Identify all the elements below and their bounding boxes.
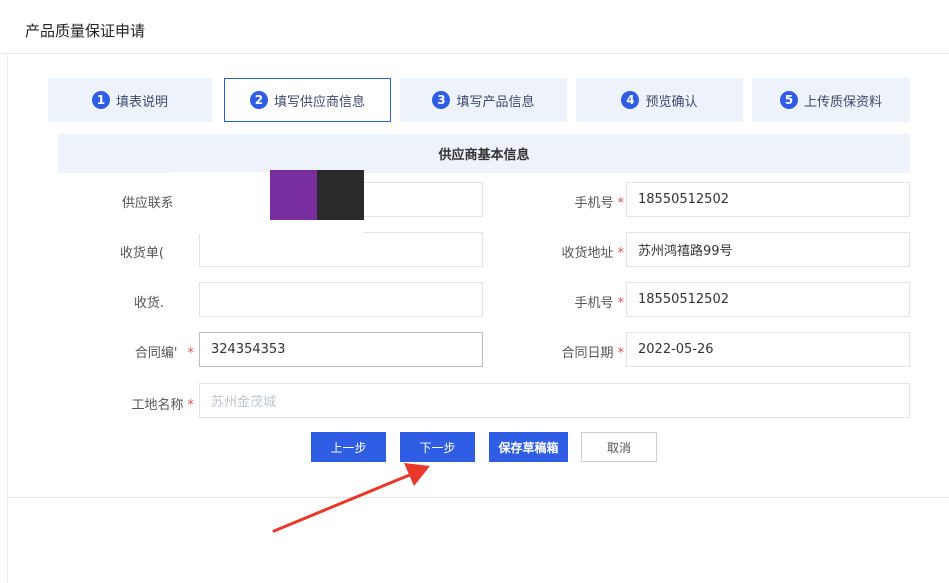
redaction-white-strip (172, 234, 199, 334)
save-draft-button[interactable]: 保存草稿箱 (489, 432, 568, 462)
contract-number-label: 合同编' * (134, 346, 194, 361)
next-step-button[interactable]: 下一步 (400, 432, 475, 462)
step-4-preview-confirm[interactable]: 4 预览确认 (576, 78, 743, 122)
receiver-phone-value: 18550512502 (638, 292, 729, 307)
delivery-address-value: 苏州鸿禧路99号 (638, 244, 733, 259)
site-name-placeholder: 苏州金茂城 (211, 395, 277, 410)
dialog-header: 产品质量保证申请 (0, 0, 949, 54)
previous-step-button[interactable]: 上一步 (311, 432, 386, 462)
step-label: 填写产品信息 (456, 94, 535, 110)
step-5-upload-documents[interactable]: 5 上传质保资料 (752, 78, 910, 122)
step-number-badge: 5 (779, 91, 798, 109)
delivery-address-label: 收货地址 * (561, 246, 624, 261)
dialog-left-border (7, 55, 8, 583)
step-label: 预览确认 (645, 94, 698, 110)
footer-divider (8, 497, 949, 498)
delivery-address-input[interactable]: 苏州鸿禧路99号 (626, 232, 910, 267)
cancel-button[interactable]: 取消 (581, 432, 657, 462)
receiver-unit-label: 收货单( (119, 246, 164, 261)
step-1-fill-instructions[interactable]: 1 填表说明 (48, 78, 212, 122)
receiver-input[interactable] (199, 282, 483, 317)
step-label: 填写供应商信息 (273, 94, 365, 110)
step-2-supplier-info[interactable]: 2 填写供应商信息 (224, 78, 391, 122)
redaction-dark-block (317, 170, 364, 220)
contract-date-value: 2022-05-26 (638, 342, 714, 357)
contract-number-value: 324354353 (211, 342, 286, 357)
section-title: 供应商基本信息 (438, 148, 530, 163)
phone-input[interactable]: 18550512502 (626, 182, 910, 217)
step-label: 上传质保资料 (803, 94, 882, 110)
receiver-phone-input[interactable]: 18550512502 (626, 282, 910, 317)
step-number-badge: 4 (621, 91, 640, 109)
phone-value: 18550512502 (638, 192, 729, 207)
contract-date-label: 合同日期 * (561, 346, 624, 361)
step-number-badge: 2 (249, 91, 268, 109)
step-3-product-info[interactable]: 3 填写产品信息 (400, 78, 567, 122)
receiver-unit-input[interactable] (199, 232, 483, 267)
step-number-badge: 3 (432, 91, 451, 109)
step-number-badge: 1 (91, 91, 110, 109)
dialog-title: 产品质量保证申请 (25, 22, 146, 40)
receiver-phone-label: 手机号 * (574, 296, 624, 311)
supplier-contact-label: 供应联系. (121, 196, 178, 211)
contract-number-input[interactable]: 324354353 (199, 332, 483, 367)
receiver-label: 收货. (133, 296, 164, 311)
site-name-label: 工地名称 * (131, 398, 194, 413)
redaction-purple-block (270, 170, 317, 220)
contract-date-input[interactable]: 2022-05-26 (626, 332, 910, 367)
section-title-bar: 供应商基本信息 (58, 134, 910, 173)
site-name-input[interactable]: 苏州金茂城 (199, 383, 910, 418)
phone-label: 手机号 * (574, 196, 624, 211)
step-label: 填表说明 (115, 94, 168, 110)
